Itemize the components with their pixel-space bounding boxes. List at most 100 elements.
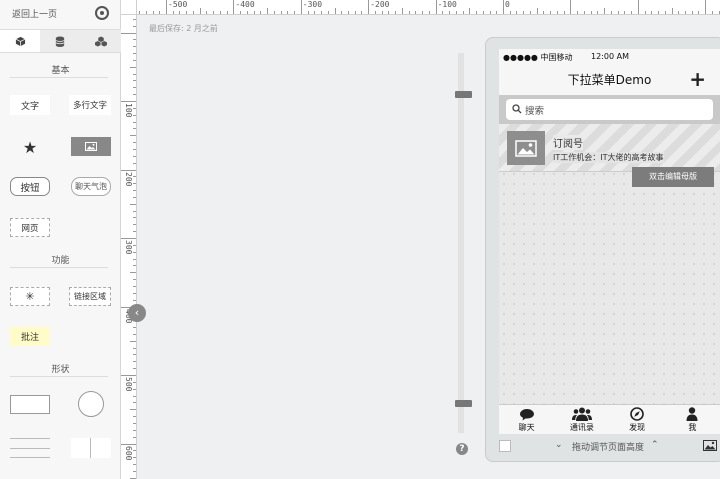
ruler-tick: [133, 87, 136, 89]
ruler-tick: [213, 11, 215, 14]
widget-multiline-text[interactable]: 多行文字: [69, 95, 111, 115]
search-input[interactable]: 搜索: [506, 99, 713, 120]
widget-vertical-line[interactable]: [71, 438, 111, 458]
widget-horizontal-line[interactable]: [10, 438, 50, 458]
ruler-tick: [133, 73, 136, 75]
ruler-tick: [133, 80, 136, 82]
ruler-tick: [199, 8, 201, 14]
search-band: 搜索: [499, 95, 720, 124]
widget-image[interactable]: [71, 137, 111, 156]
compass-icon: [630, 407, 644, 421]
status-time: 12:00 AM: [591, 52, 629, 61]
ruler-tick: [550, 11, 552, 14]
ruler-tick: [152, 11, 154, 14]
tab-library[interactable]: [40, 30, 80, 52]
ruler-tick: [133, 361, 136, 363]
ruler-tick: [705, 0, 707, 14]
ruler-label: 0: [505, 0, 510, 9]
ruler-tick: [133, 368, 136, 370]
list-item[interactable]: 订阅号 IT工作机会：IT大佬的高考故事: [499, 124, 720, 172]
ruler-tick: [133, 470, 136, 472]
section-function: 功能: [51, 256, 70, 266]
ruler-tick: [341, 11, 343, 14]
widget-text[interactable]: 文字: [10, 95, 50, 115]
ruler-label: 100: [124, 103, 133, 118]
tab-my-library[interactable]: [81, 30, 121, 52]
tab-discover[interactable]: 发现: [610, 405, 665, 434]
ruler-tick: [133, 457, 136, 459]
component-panel: 返回上一页 基本 文字 多行文字 ★ 按钮 聊天气泡 网页 功能 ✳ 链接区域 …: [0, 0, 121, 479]
tab-components[interactable]: [0, 30, 41, 52]
ruler-tick: [133, 155, 136, 157]
ruler-tick: [133, 429, 136, 431]
cubes-icon: [94, 35, 107, 47]
back-link[interactable]: 返回上一页: [12, 7, 57, 20]
ruler-tick: [130, 272, 136, 274]
ruler-tick: [133, 402, 136, 404]
ruler-tick: [462, 11, 464, 14]
ruler-tick: [658, 11, 660, 14]
plus-icon[interactable]: +: [689, 67, 706, 91]
checkbox[interactable]: [499, 440, 511, 452]
ruler-tick: [455, 11, 457, 14]
collapse-panel-button[interactable]: ‹: [128, 304, 146, 322]
vertical-ruler: 100200300400500600: [121, 0, 137, 479]
ruler-tick: [133, 39, 136, 41]
ruler-label: 500: [124, 377, 133, 392]
ruler-tick: [186, 11, 188, 14]
tab-chat[interactable]: 聊天: [499, 405, 554, 434]
widget-icon[interactable]: ★: [20, 137, 40, 157]
tab-label: 聊天: [518, 423, 535, 432]
widget-webpage[interactable]: 网页: [10, 218, 50, 237]
ruler-tick: [327, 11, 329, 14]
ruler-tick: [133, 46, 136, 48]
phone-bottom-bar: ⌄ 拖动调节页面高度 ⌃: [499, 436, 720, 458]
help-icon[interactable]: ?: [456, 443, 468, 455]
widget-hotspot[interactable]: ✳: [10, 287, 50, 306]
ruler-label: 200: [124, 171, 133, 186]
ruler-tick: [570, 0, 572, 14]
ruler-tick: [133, 224, 136, 226]
background-image-icon[interactable]: [703, 440, 717, 451]
ruler-corner: [121, 0, 137, 15]
edit-master-button[interactable]: 双击编辑母版: [632, 167, 714, 187]
ruler-tick: [133, 464, 136, 466]
page-bottom-handle[interactable]: [455, 400, 472, 407]
ruler-tick: [121, 238, 136, 239]
ruler-tick: [133, 395, 136, 397]
carrier-text: ●●●●● 中国移动: [503, 53, 573, 62]
ruler-tick: [233, 0, 235, 14]
ruler-tick: [610, 11, 612, 14]
tab-label: 发现: [629, 423, 646, 432]
tab-me[interactable]: 我: [665, 405, 720, 434]
widget-rectangle[interactable]: [10, 395, 50, 414]
ruler-tick: [166, 0, 167, 14]
widget-note[interactable]: 批注: [10, 327, 50, 346]
ruler-tick: [133, 162, 136, 164]
ruler-tick: [133, 176, 136, 178]
widget-circle[interactable]: [78, 391, 104, 417]
widget-button[interactable]: 按钮: [10, 177, 50, 196]
ruler-tick: [133, 251, 136, 253]
ruler-tick: [711, 11, 713, 14]
ruler-tick: [529, 11, 531, 14]
chevron-up-icon[interactable]: ⌃: [651, 440, 659, 450]
page-top-handle[interactable]: [455, 91, 472, 98]
ruler-tick: [307, 11, 309, 14]
ruler-tick: [133, 59, 136, 61]
ruler-tick: [314, 11, 316, 14]
chevron-down-icon[interactable]: ⌄: [555, 440, 563, 450]
widget-link-area[interactable]: 链接区域: [69, 287, 111, 306]
ruler-tick: [435, 0, 437, 14]
person-icon: [686, 407, 698, 421]
cube-icon: [15, 36, 25, 46]
target-icon[interactable]: [95, 6, 109, 20]
ruler-tick: [401, 8, 403, 14]
ruler-tick: [556, 11, 558, 14]
widget-chat-bubble[interactable]: 聊天气泡: [71, 177, 111, 196]
divider: [10, 267, 108, 268]
ruler-tick: [133, 258, 136, 260]
ruler-tick: [133, 381, 136, 383]
tab-contacts[interactable]: 通讯录: [554, 405, 609, 434]
ruler-label: -100: [437, 0, 457, 9]
